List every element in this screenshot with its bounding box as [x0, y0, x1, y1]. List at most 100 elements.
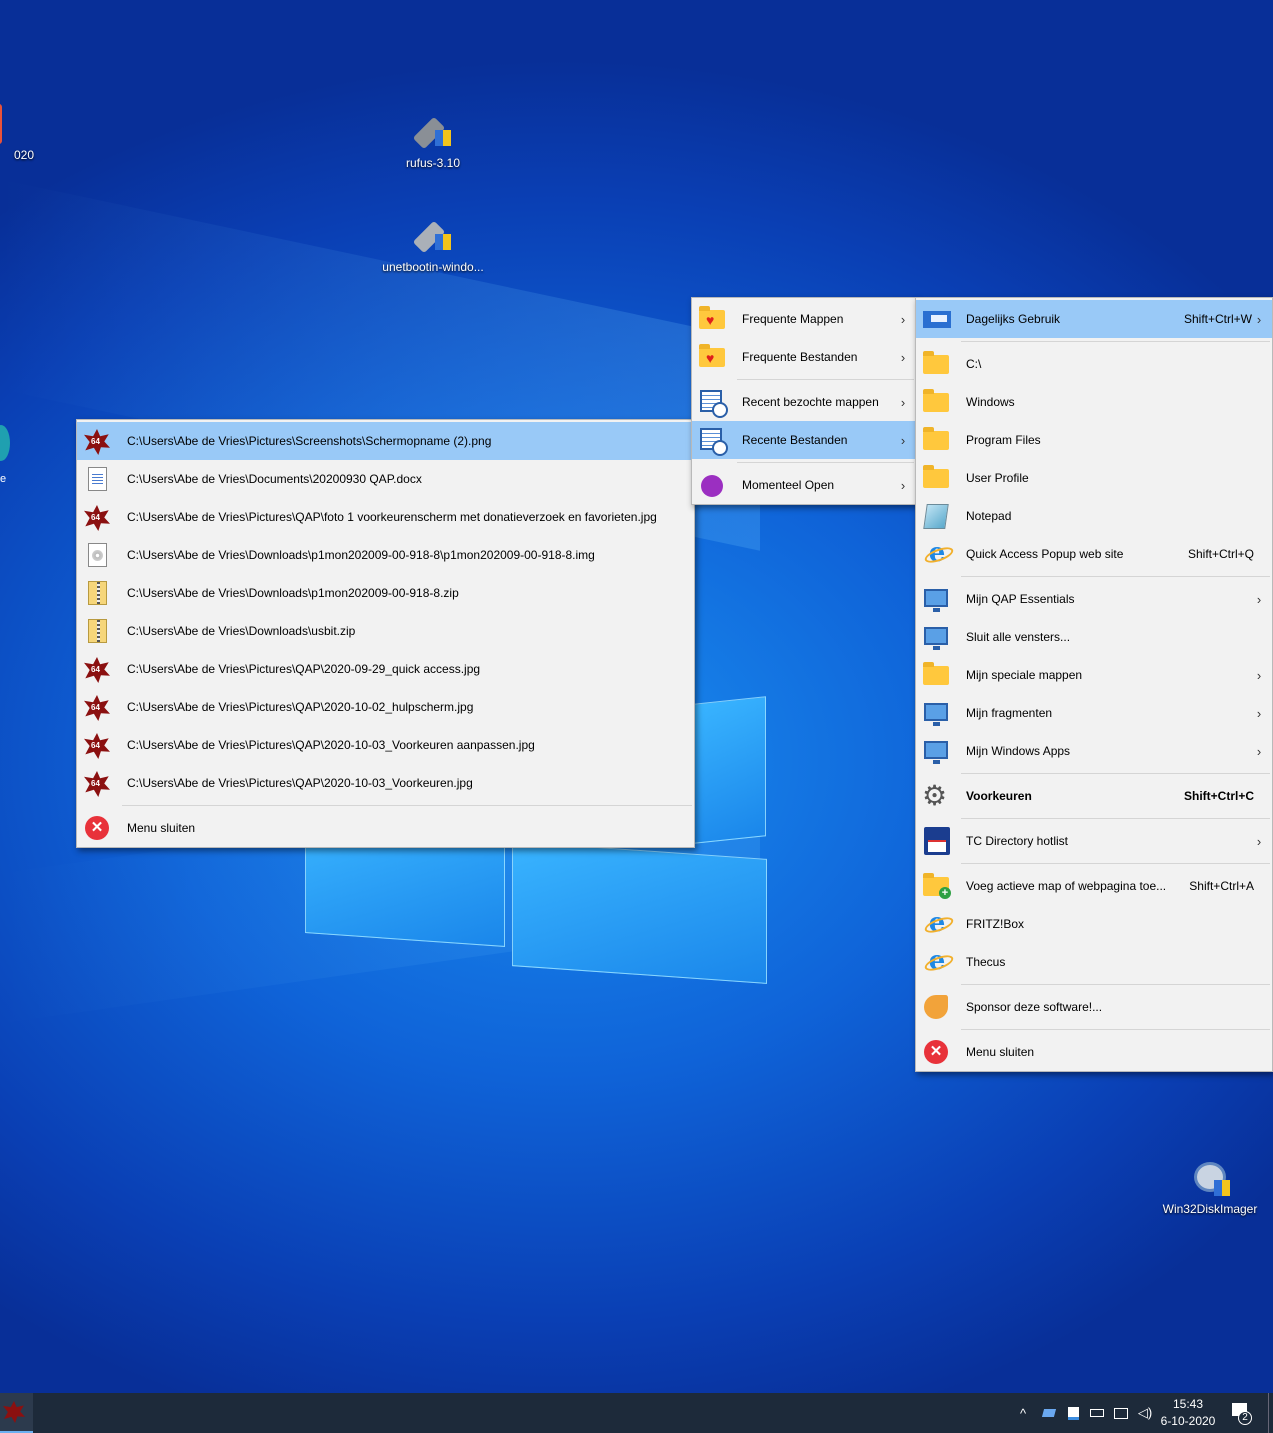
- menu-item-label: C:\Users\Abe de Vries\Downloads\usbit.zi…: [127, 624, 356, 638]
- menu-item-label: Voeg actieve map of webpagina toe...: [966, 879, 1167, 893]
- menu-item[interactable]: e FRITZ!Box: [916, 905, 1272, 943]
- menu-item[interactable]: User Profile: [916, 459, 1272, 497]
- folder-icon: [921, 387, 951, 417]
- desktop-icon-rufus[interactable]: rufus-3.10: [373, 112, 493, 170]
- menu-item[interactable]: 64 C:\Users\Abe de Vries\Pictures\QAP\fot…: [77, 498, 694, 536]
- menu-item[interactable]: ✕ Menu sluiten: [77, 809, 694, 847]
- menu-item[interactable]: Dagelijks Gebruik Shift+Ctrl+W ›: [916, 300, 1272, 338]
- menu-item[interactable]: Mijn fragmenten ›: [916, 694, 1272, 732]
- menu-item[interactable]: C:\Users\Abe de Vries\Downloads\p1mon202…: [77, 574, 694, 612]
- menu-item[interactable]: 64 C:\Users\Abe de Vries\Pictures\QAP\202…: [77, 726, 694, 764]
- menu-item[interactable]: Program Files: [916, 421, 1272, 459]
- internet-explorer-icon: e: [921, 539, 951, 569]
- clock-date: 6-10-2020: [1160, 1414, 1216, 1428]
- action-center-button[interactable]: 2: [1230, 1403, 1252, 1425]
- app-icon: [0, 104, 2, 144]
- close-icon: ✕: [921, 1037, 951, 1067]
- desktop-icon-label: e: [0, 473, 7, 485]
- menu-item[interactable]: e Thecus: [916, 943, 1272, 981]
- menu-item[interactable]: ♥ Frequente Bestanden ›: [692, 338, 916, 376]
- menu-item[interactable]: TC Directory hotlist ›: [916, 822, 1272, 860]
- disc-image-icon: [82, 540, 112, 570]
- windows-logo-pane: [694, 696, 766, 844]
- menu-item[interactable]: Recent bezochte mappen ›: [692, 383, 916, 421]
- gear-icon: ⚙: [922, 780, 948, 811]
- chevron-right-icon: ›: [1256, 705, 1262, 721]
- menu-item[interactable]: Mijn QAP Essentials ›: [916, 580, 1272, 618]
- menu-item-shortcut: Shift+Ctrl+C: [1183, 789, 1254, 803]
- chevron-right-icon: ›: [900, 349, 906, 365]
- menu-item-label: Notepad: [966, 509, 1012, 523]
- battery-icon[interactable]: [1086, 1393, 1108, 1433]
- folder-icon: [921, 463, 951, 493]
- desktop-icon-partial[interactable]: [0, 425, 10, 461]
- monitor-icon: [921, 736, 951, 766]
- menu-item[interactable]: ♥ Frequente Mappen ›: [692, 300, 916, 338]
- menu-item[interactable]: C:\Users\Abe de Vries\Documents\20200930…: [77, 460, 694, 498]
- recent-files-submenu: 64 C:\Users\Abe de Vries\Pictures\Screens…: [76, 419, 695, 848]
- folder-icon: [921, 660, 951, 690]
- menu-separator: [916, 573, 1272, 580]
- menu-item-label: Mijn QAP Essentials: [966, 592, 1075, 606]
- menu-item-label: C:\Users\Abe de Vries\Pictures\Screensho…: [127, 434, 492, 448]
- tray-download-icon[interactable]: [1062, 1393, 1084, 1433]
- menu-item[interactable]: 64 C:\Users\Abe de Vries\Pictures\QAP\202…: [77, 764, 694, 802]
- menu-item-label: Recente Bestanden: [742, 433, 848, 447]
- desktop-icon-win32diskimager[interactable]: Win32DiskImager: [1150, 1158, 1270, 1216]
- network-icon[interactable]: [1110, 1393, 1132, 1433]
- clock[interactable]: 15:43 6-10-2020: [1158, 1396, 1218, 1430]
- usb-drive-icon: [412, 112, 453, 152]
- menu-item[interactable]: Mijn speciale mappen ›: [916, 656, 1272, 694]
- menu-item[interactable]: 64 C:\Users\Abe de Vries\Pictures\QAP\202…: [77, 688, 694, 726]
- menu-item[interactable]: ✕ Menu sluiten: [916, 1033, 1272, 1071]
- menu-item-label: Menu sluiten: [127, 821, 196, 835]
- show-desktop-button[interactable]: [1268, 1393, 1273, 1433]
- menu-item-label: C:\Users\Abe de Vries\Pictures\QAP\2020-…: [127, 700, 474, 714]
- qap-taskbar-button[interactable]: [0, 1393, 33, 1433]
- menu-item[interactable]: Sluit alle vensters...: [916, 618, 1272, 656]
- folder-icon: [921, 349, 951, 379]
- close-icon: ✕: [82, 813, 112, 843]
- menu-item-label: Windows: [966, 395, 1015, 409]
- menu-item[interactable]: 64 C:\Users\Abe de Vries\Pictures\QAP\202…: [77, 650, 694, 688]
- volume-icon[interactable]: ◁): [1134, 1393, 1156, 1433]
- zip-icon: [82, 578, 112, 608]
- window-icon: [921, 304, 951, 334]
- menu-separator: [916, 815, 1272, 822]
- windows-logo-pane: [512, 841, 767, 984]
- zip-icon: [82, 616, 112, 646]
- menu-item-label: FRITZ!Box: [966, 917, 1025, 931]
- menu-item[interactable]: C:\: [916, 345, 1272, 383]
- menu-item[interactable]: ⚙ Voorkeuren Shift+Ctrl+C: [916, 777, 1272, 815]
- desktop-icon-unetbootin[interactable]: unetbootin-windo...: [373, 216, 493, 274]
- qap-image-icon: 64: [82, 426, 112, 456]
- menu-item[interactable]: Momenteel Open ›: [692, 466, 916, 504]
- qap-main-menu: Dagelijks Gebruik Shift+Ctrl+W › C:\ Windows…: [915, 297, 1273, 1072]
- menu-item-label: Frequente Bestanden: [742, 350, 858, 364]
- qap-image-icon: 64: [82, 692, 112, 722]
- chevron-right-icon: ›: [900, 311, 906, 327]
- add-folder-icon: +: [921, 871, 951, 901]
- menu-item[interactable]: C:\Users\Abe de Vries\Downloads\p1mon202…: [77, 536, 694, 574]
- desktop-icon[interactable]: 020: [0, 104, 60, 162]
- menu-separator: [692, 459, 916, 466]
- tray-app-icon[interactable]: [1038, 1393, 1060, 1433]
- menu-item[interactable]: Windows: [916, 383, 1272, 421]
- favorite-folder-icon: ♥: [697, 342, 727, 372]
- menu-item[interactable]: + Voeg actieve map of webpagina toe... Shi…: [916, 867, 1272, 905]
- menu-item[interactable]: e Quick Access Popup web site Shift+Ctrl+Q: [916, 535, 1272, 573]
- menu-item[interactable]: C:\Users\Abe de Vries\Downloads\usbit.zi…: [77, 612, 694, 650]
- show-hidden-icons-button[interactable]: ^: [1012, 1393, 1034, 1433]
- menu-item[interactable]: Mijn Windows Apps ›: [916, 732, 1272, 770]
- menu-item[interactable]: Notepad: [916, 497, 1272, 535]
- menu-item-label: Frequente Mappen: [742, 312, 844, 326]
- menu-item[interactable]: Recente Bestanden ›: [692, 421, 916, 459]
- menu-item[interactable]: 64 C:\Users\Abe de Vries\Pictures\Screens…: [77, 422, 694, 460]
- notepad-icon: [921, 501, 951, 531]
- taskbar: ^ ◁) 15:43 6-10-2020 2: [0, 1393, 1273, 1433]
- menu-separator: [916, 1026, 1272, 1033]
- menu-separator: [916, 770, 1272, 777]
- menu-item-label: C:\Users\Abe de Vries\Pictures\QAP\2020-…: [127, 662, 481, 676]
- menu-item[interactable]: Sponsor deze software!...: [916, 988, 1272, 1026]
- menu-item-label: Dagelijks Gebruik: [966, 312, 1061, 326]
